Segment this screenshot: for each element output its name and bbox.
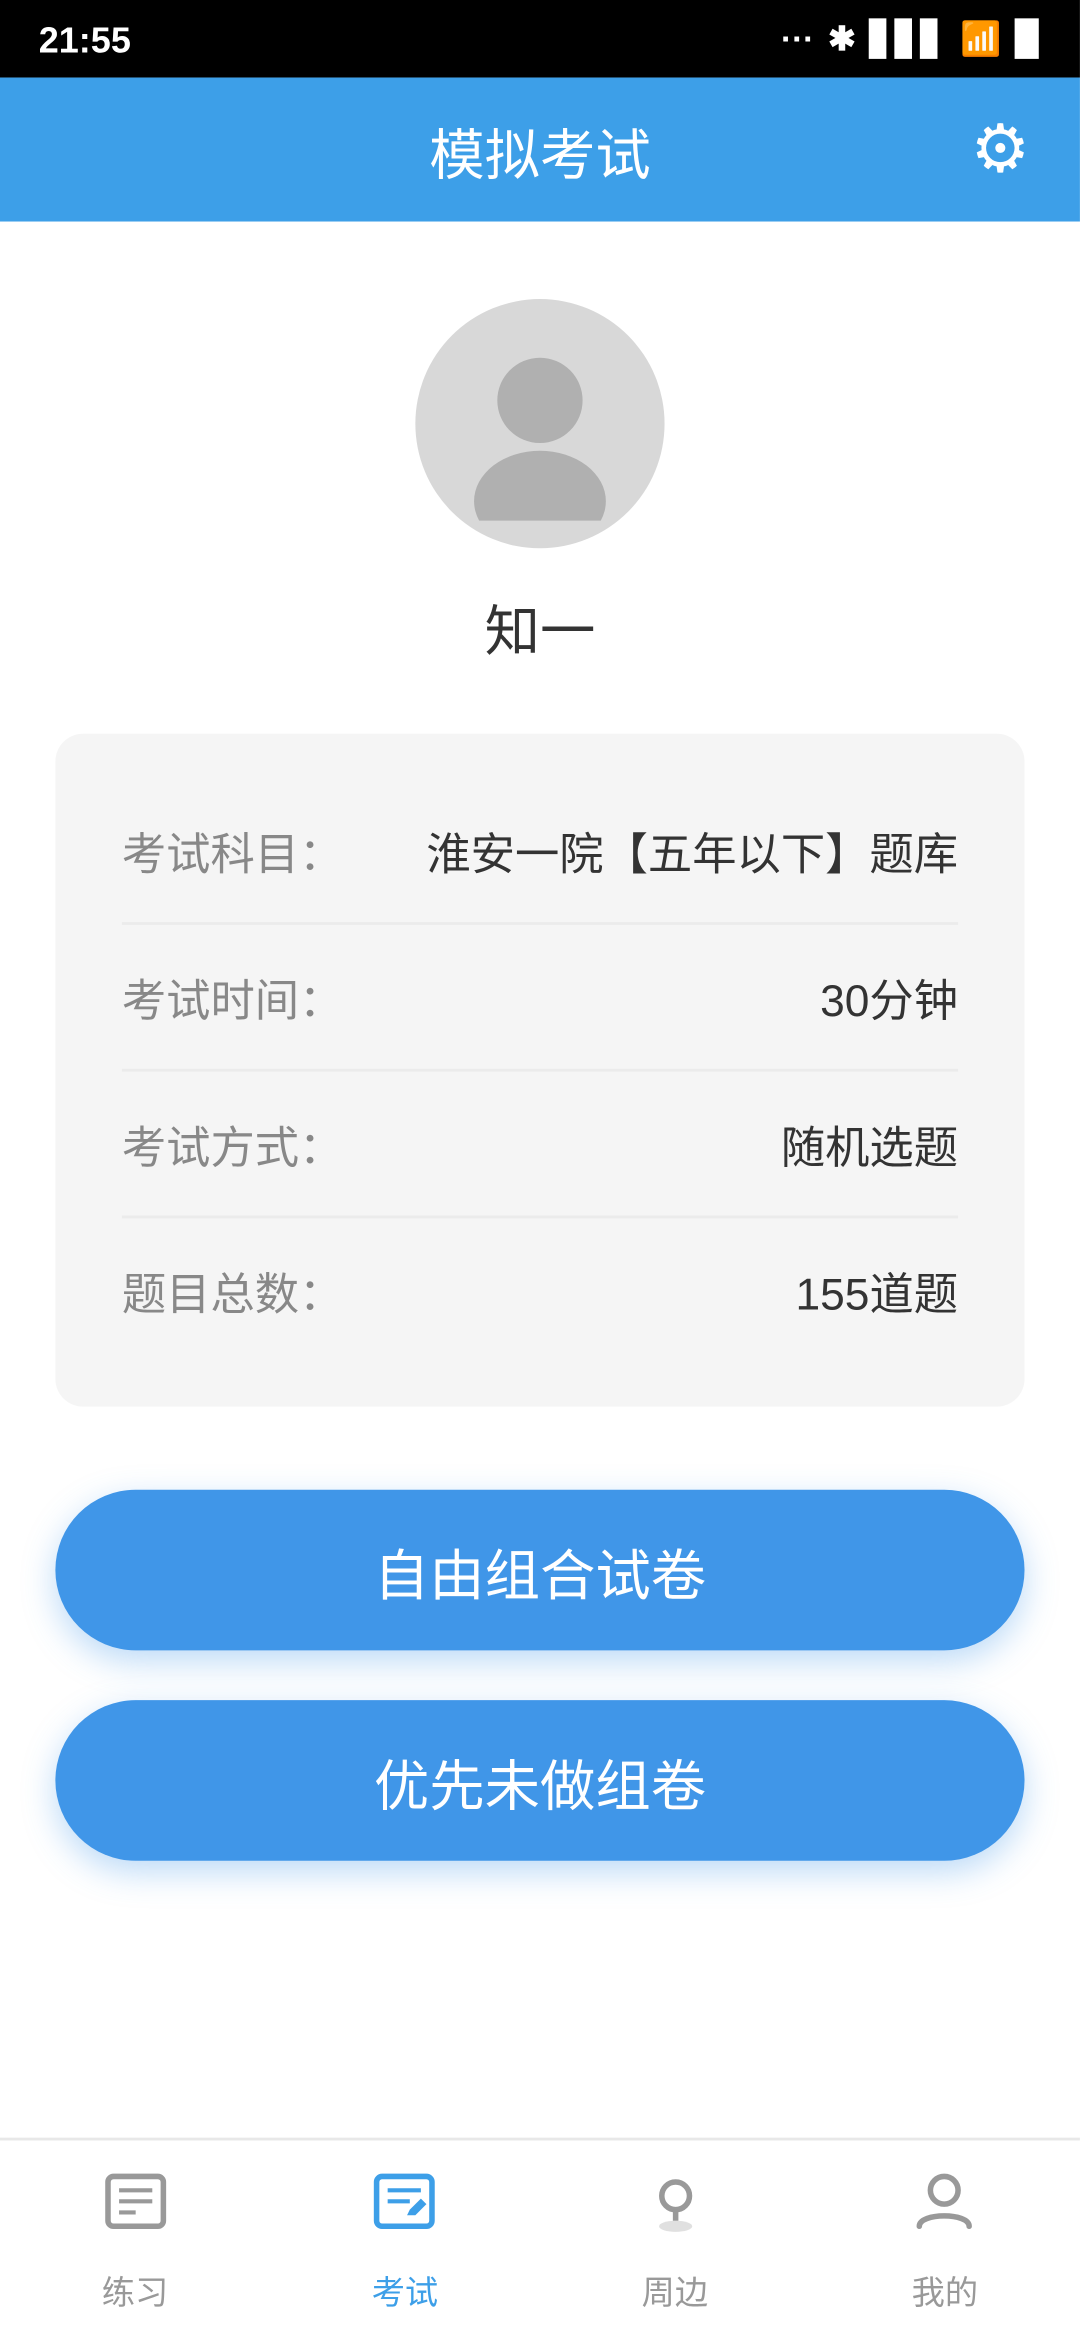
signal-icon: ▋▋▋ bbox=[870, 19, 947, 58]
battery-icon: ▉ bbox=[1016, 19, 1042, 58]
status-time: 21:55 bbox=[39, 18, 131, 60]
bottom-nav: 练习 考试 周边 bbox=[0, 2138, 1080, 2337]
status-dots: ··· bbox=[781, 19, 814, 58]
nearby-icon bbox=[639, 2164, 711, 2255]
info-row-time: 考试时间： 30分钟 bbox=[122, 925, 958, 1072]
status-bar: 21:55 ··· ✱ ▋▋▋ 📶 ▉ bbox=[0, 0, 1080, 78]
practice-label: 练习 bbox=[102, 2266, 168, 2313]
mine-icon bbox=[909, 2164, 981, 2255]
nav-item-exam[interactable]: 考试 bbox=[270, 2164, 540, 2314]
info-row-method: 考试方式： 随机选题 bbox=[122, 1072, 958, 1219]
username: 知一 bbox=[485, 587, 596, 667]
method-value: 随机选题 bbox=[781, 1110, 958, 1176]
total-value: 155道题 bbox=[796, 1257, 959, 1323]
nav-item-practice[interactable]: 练习 bbox=[0, 2164, 270, 2314]
total-label: 题目总数： bbox=[122, 1257, 344, 1323]
subject-value: 淮安一院【五年以下】题库 bbox=[426, 817, 958, 883]
time-value: 30分钟 bbox=[820, 964, 958, 1030]
exam-label: 考试 bbox=[372, 2266, 438, 2313]
button-area: 自由组合试卷 优先未做组卷 bbox=[55, 1490, 1024, 1889]
avatar-image bbox=[443, 327, 637, 521]
info-card: 考试科目： 淮安一院【五年以下】题库 考试时间： 30分钟 考试方式： 随机选题… bbox=[55, 734, 1024, 1407]
practice-icon bbox=[99, 2164, 171, 2255]
avatar-container bbox=[415, 299, 664, 548]
status-icons: ··· ✱ ▋▋▋ 📶 ▉ bbox=[781, 19, 1041, 58]
info-row-total: 题目总数： 155道题 bbox=[122, 1218, 958, 1362]
page-title: 模拟考试 bbox=[429, 109, 651, 189]
method-label: 考试方式： bbox=[122, 1110, 344, 1176]
bluetooth-icon: ✱ bbox=[828, 19, 856, 58]
exam-icon bbox=[369, 2164, 441, 2255]
priority-undone-button[interactable]: 优先未做组卷 bbox=[55, 1700, 1024, 1861]
nearby-label: 周边 bbox=[642, 2266, 708, 2313]
time-label: 考试时间： bbox=[122, 964, 344, 1030]
info-row-subject: 考试科目： 淮安一院【五年以下】题库 bbox=[122, 778, 958, 925]
nav-item-nearby[interactable]: 周边 bbox=[540, 2164, 810, 2314]
subject-label: 考试科目： bbox=[122, 817, 344, 883]
main-content: 知一 考试科目： 淮安一院【五年以下】题库 考试时间： 30分钟 考试方式： 随… bbox=[0, 222, 1080, 1889]
avatar[interactable] bbox=[415, 299, 664, 548]
free-compose-button[interactable]: 自由组合试卷 bbox=[55, 1490, 1024, 1651]
mine-label: 我的 bbox=[912, 2266, 978, 2313]
nav-item-mine[interactable]: 我的 bbox=[810, 2164, 1080, 2314]
nav-bar: 模拟考试 ⚙ bbox=[0, 78, 1080, 222]
wifi-icon: 📶 bbox=[960, 19, 1001, 58]
settings-icon[interactable]: ⚙ bbox=[970, 109, 1030, 189]
